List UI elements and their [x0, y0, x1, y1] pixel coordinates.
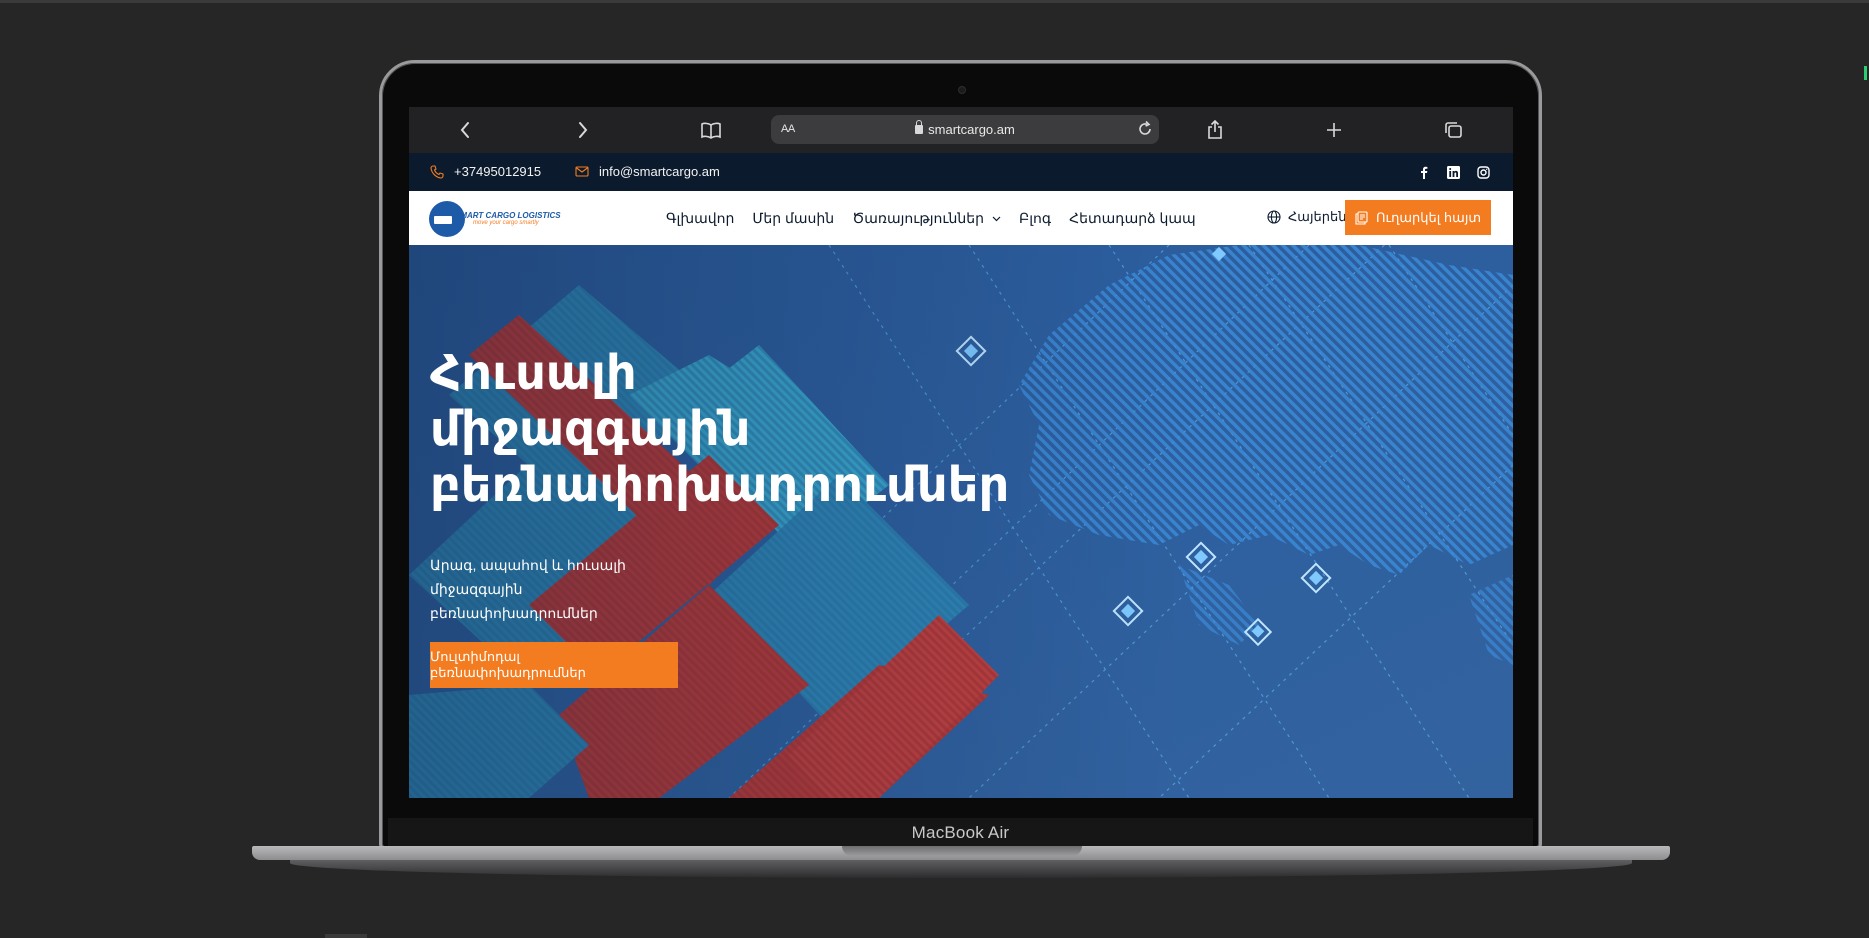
- globe-icon: [1267, 210, 1281, 224]
- phone-contact[interactable]: +37495012915: [430, 164, 541, 179]
- hero-background-image: [409, 245, 1513, 798]
- reload-icon[interactable]: [1137, 120, 1153, 143]
- forward-icon[interactable]: [569, 117, 597, 143]
- share-icon[interactable]: [1201, 117, 1229, 143]
- hero-title-line: Հուսալի: [430, 345, 637, 401]
- linkedin-icon[interactable]: [1446, 165, 1460, 179]
- site-header: SMART CARGO LOGISTICS move your cargo sm…: [409, 191, 1513, 245]
- nav-label: Մեր մասին: [752, 210, 835, 226]
- logo-tagline: move your cargo smartly: [473, 220, 539, 226]
- hero-section: Հուսալի միջազգային բեռնափոխադրումներ Արա…: [409, 245, 1513, 798]
- nav-label: Ծառայություններ: [852, 210, 984, 226]
- truck-icon: [434, 216, 452, 224]
- send-request-label: Ուղարկել հայտ: [1375, 209, 1482, 225]
- nav-label: Գլխավոր: [666, 210, 735, 226]
- mail-icon: [575, 166, 589, 177]
- tabs-icon[interactable]: [1439, 117, 1467, 143]
- instagram-icon[interactable]: [1476, 165, 1490, 179]
- document-icon: [1355, 210, 1368, 225]
- bottom-edge-mark: [325, 934, 367, 938]
- nav-label: Հետադարձ կապ: [1069, 210, 1196, 226]
- address-bar[interactable]: AA smartcargo.am: [771, 115, 1159, 144]
- laptop-screen: AA smartcargo.am +37495012915 info@smart…: [409, 107, 1513, 798]
- language-label: Հայերեն: [1288, 209, 1347, 224]
- top-edge: [0, 0, 1869, 3]
- nav-label: Բլոգ: [1018, 210, 1052, 226]
- nav-contact[interactable]: Հետադարձ կապ: [1069, 210, 1196, 227]
- laptop-base-shadow: [290, 860, 1632, 878]
- send-request-button[interactable]: Ուղարկել հայտ: [1345, 200, 1491, 235]
- chevron-down-icon: [992, 216, 1001, 221]
- email-contact[interactable]: info@smartcargo.am: [575, 164, 720, 179]
- multimodal-shipping-button[interactable]: Մուլտիմոդալ բեռնափոխադրումներ: [430, 642, 678, 688]
- facebook-icon[interactable]: [1417, 165, 1431, 179]
- desktop-background: AA smartcargo.am +37495012915 info@smart…: [0, 0, 1869, 938]
- nav-blog[interactable]: Բլոգ: [1019, 210, 1051, 227]
- url-label: smartcargo.am: [928, 122, 1015, 137]
- hero-title: Հուսալի միջազգային բեռնափոխադրումներ: [430, 345, 1130, 513]
- phone-number: +37495012915: [454, 164, 542, 179]
- hero-title-line: բեռնափոխադրումներ: [430, 457, 1010, 513]
- laptop-chin: MacBook Air: [388, 818, 1533, 848]
- back-icon[interactable]: [451, 117, 479, 143]
- nav-home[interactable]: Գլխավոր: [666, 210, 734, 227]
- device-label: MacBook Air: [911, 823, 1010, 842]
- hero-title-line: միջազգային: [430, 401, 751, 457]
- new-tab-icon[interactable]: [1320, 117, 1348, 143]
- camera-icon: [958, 86, 966, 94]
- hero-subtitle-line: Արագ, ապահով և հուսալի: [430, 557, 626, 573]
- phone-icon: [430, 164, 444, 179]
- site-logo[interactable]: SMART CARGO LOGISTICS move your cargo sm…: [429, 199, 569, 239]
- browser-toolbar: AA smartcargo.am: [409, 107, 1513, 153]
- lock-icon: [915, 120, 924, 134]
- laptop-opening-notch: [842, 846, 1082, 856]
- nav-services[interactable]: Ծառայություններ: [852, 210, 1001, 227]
- email-address: info@smartcargo.am: [599, 164, 720, 179]
- bookmarks-icon[interactable]: [697, 117, 725, 143]
- language-switcher[interactable]: Հայերեն: [1267, 209, 1346, 225]
- multimodal-shipping-label: Մուլտիմոդալ բեռնափոխադրումներ: [430, 649, 586, 680]
- logo-name: SMART CARGO LOGISTICS: [455, 211, 561, 220]
- url-text[interactable]: smartcargo.am: [771, 120, 1159, 137]
- hero-subtitle: Արագ, ապահով և հուսալի միջազգային բեռնափ…: [430, 553, 690, 625]
- hero-subtitle-line: միջազգային բեռնափոխադրումներ: [430, 581, 598, 621]
- nav-about[interactable]: Մեր մասին: [752, 210, 834, 227]
- main-nav: Գլխավոր Մեր մասին Ծառայություններ Բլոգ Հ…: [666, 210, 1196, 227]
- edge-indicator: [1864, 66, 1867, 80]
- contact-bar: +37495012915 info@smartcargo.am: [409, 153, 1513, 191]
